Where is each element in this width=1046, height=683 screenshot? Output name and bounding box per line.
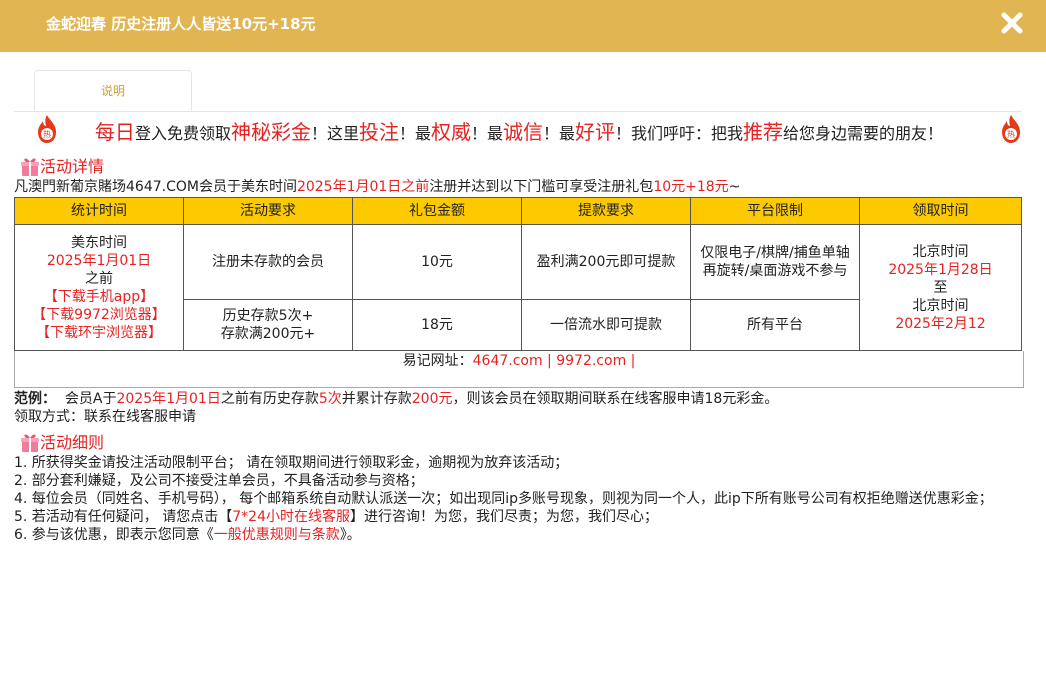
requirement-line: 存款满200元+ (220, 326, 316, 342)
rule-item: 6. 参与该优惠，即表示您同意《一般优惠规则与条款》。 (14, 526, 1024, 544)
claim-time-cell: 北京时间 2025年1月28日 至 北京时间 2025年2月12 (859, 224, 1022, 351)
slogan-part: 投注 (358, 120, 399, 144)
slogan-part: ！最 (398, 124, 431, 143)
table-header: 活动要求 (183, 197, 353, 225)
gift-icon (21, 434, 39, 452)
slogan-part: ！最 (543, 124, 576, 143)
slogan-part: 神秘彩金 (230, 120, 311, 144)
live-support-link[interactable]: 7*24小时在线客服 (232, 509, 350, 525)
table-header: 提款要求 (521, 197, 691, 225)
download-app-link[interactable]: 【下载手机app】 (16, 288, 182, 306)
intro-part: 凡澳門新葡京賭场4647.COM会员于美东时间 (14, 179, 297, 195)
example-part: ，则该会员在领取期间联系在线客服申请18元彩金。 (452, 391, 779, 407)
slogan-part: 每日 (94, 120, 135, 144)
rule-item: 5. 若活动有任何疑问， 请您点击【7*24小时在线客服】进行咨询！为您，我们尽… (14, 508, 1024, 526)
amount-cell: 18元 (352, 299, 522, 351)
stat-time-before: 之前 (85, 270, 113, 287)
stat-time-label: 美东时间 (71, 234, 127, 251)
url-links[interactable]: 4647.com | 9972.com | (473, 353, 636, 369)
terms-link[interactable]: 一般优惠规则与条款 (214, 527, 340, 543)
table-header: 礼包金额 (352, 197, 522, 225)
slogan-part: 好评 (575, 120, 616, 144)
close-icon[interactable] (1000, 11, 1024, 35)
claim-label: 北京时间 (912, 243, 969, 260)
table-header: 平台限制 (690, 197, 860, 225)
slogan-part: 诚信 (503, 120, 543, 144)
content-area: 热 每日登入免费领取神秘彩金！这里投注！最权威！最诚信！最好评！我们呼吁：把我推… (14, 112, 1024, 544)
intro-text: 凡澳門新葡京賭场4647.COM会员于美东时间2025年1月01日之前注册并达到… (14, 178, 1024, 196)
tab-bar: 说明 (14, 70, 1022, 112)
claim-method: 领取方式：联系在线客服申请 (14, 409, 196, 425)
example-part: 200元 (411, 391, 453, 407)
section-heading-details: 活动详情 (14, 152, 1024, 178)
platform-cell: 所有平台 (690, 299, 860, 351)
slogan: 热 每日登入免费领取神秘彩金！这里投注！最权威！最诚信！最好评！我们呼吁：把我推… (14, 112, 1024, 152)
example-part: 会员A于 (64, 391, 117, 407)
rule-part: 》。 (339, 527, 361, 543)
stat-time-cell: 美东时间 2025年1月01日 之前 【下载手机app】 【下载9972浏览器】… (14, 224, 184, 351)
amount-cell: 10元 (352, 224, 522, 300)
modal-title: 金蛇迎春 历史注册人人皆送10元+18元 (46, 15, 316, 33)
table-row: 美东时间 2025年1月01日 之前 【下载手机app】 【下载9972浏览器】… (14, 224, 1022, 351)
hot-flame-icon: 热 (1002, 115, 1020, 143)
rule-item: 2. 部分套利嫌疑，及公司不接受注单会员，不具备活动参与资格； (14, 473, 424, 489)
slogan-part: ！最 (470, 124, 503, 143)
url-label: 易记网址： (402, 353, 473, 369)
url-row: 易记网址：4647.com | 9972.com | (14, 351, 1024, 388)
tab-description[interactable]: 说明 (34, 70, 192, 111)
stat-time-date: 2025年1月01日 (46, 252, 152, 269)
claim-label: 北京时间 (912, 297, 969, 314)
example-part: 并累计存款 (341, 391, 412, 407)
rule-part: 6. 参与该优惠，即表示您同意《 (14, 527, 214, 543)
slogan-part: ！我们呼吁：把我 (615, 124, 744, 143)
slogan-part: ！这里 (310, 124, 359, 143)
example-part: 5次 (318, 391, 342, 407)
slogan-part: 推荐 (743, 120, 784, 144)
svg-text:热: 热 (1007, 129, 1015, 139)
rule-part: 】进行咨询！为您，我们尽责；为您，我们尽心； (350, 509, 658, 525)
example-label: 范例： (14, 391, 56, 407)
gift-icon (21, 158, 39, 176)
example-part: 2025年1月01日 (116, 391, 221, 407)
promo-table: 统计时间 活动要求 礼包金额 提款要求 平台限制 领取时间 美东时间 2025年… (14, 197, 1022, 351)
table-header: 领取时间 (859, 197, 1022, 225)
rule-item: 4. 每位会员（同姓名、手机号码）， 每个邮箱系统自动默认派送一次；如出现同ip… (14, 491, 993, 507)
section-title: 活动详情 (40, 157, 105, 176)
rule-part: 5. 若活动有任何疑问， 请您点击【 (14, 509, 233, 525)
rule-item: 1. 所获得奖金请投注活动限制平台； 请在领取期间进行领取彩金，逾期视为放弃该活… (14, 455, 569, 471)
table-header: 统计时间 (14, 197, 184, 225)
intro-date: 2025年1月01日之前 (296, 179, 430, 195)
slogan-part: 给您身边需要的朋友！ (783, 124, 944, 143)
requirement-cell: 历史存款5次+ 存款满200元+ (183, 299, 353, 351)
example-text: 范例： 会员A于2025年1月01日之前有历史存款5次并累计存款200元，则该会… (14, 390, 1024, 408)
table-header-row: 统计时间 活动要求 礼包金额 提款要求 平台限制 领取时间 (14, 197, 1022, 225)
section-heading-rules: 活动细则 (14, 428, 1024, 454)
download-9972-browser-link[interactable]: 【下载9972浏览器】 (16, 306, 182, 324)
claim-end-date: 2025年2月12 (895, 315, 986, 332)
section-title: 活动细则 (40, 433, 105, 452)
requirement-line: 历史存款5次+ (222, 308, 314, 324)
withdraw-cell: 盈利满200元即可提款 (521, 224, 691, 300)
hot-flame-icon: 热 (38, 115, 56, 143)
platform-cell: 仅限电子/棋牌/捕鱼单轴再旋转/桌面游戏不参与 (690, 224, 860, 300)
claim-to: 至 (933, 279, 948, 296)
requirement-cell: 注册未存款的会员 (183, 224, 353, 300)
svg-text:热: 热 (43, 129, 51, 139)
intro-amount: 10元+18元 (653, 179, 729, 195)
slogan-part: 登入免费领取 (134, 124, 231, 143)
intro-part: 注册并达到以下门槛可享受注册礼包 (429, 179, 654, 195)
example-part: 之前有历史存款 (220, 391, 319, 407)
modal-header: 金蛇迎春 历史注册人人皆送10元+18元 (0, 0, 1046, 52)
download-huanyu-browser-link[interactable]: 【下载环宇浏览器】 (16, 324, 182, 342)
claim-start-date: 2025年1月28日 (888, 261, 993, 278)
withdraw-cell: 一倍流水即可提款 (521, 299, 691, 351)
slogan-part: 权威 (430, 120, 471, 144)
intro-part: ~ (728, 179, 741, 195)
